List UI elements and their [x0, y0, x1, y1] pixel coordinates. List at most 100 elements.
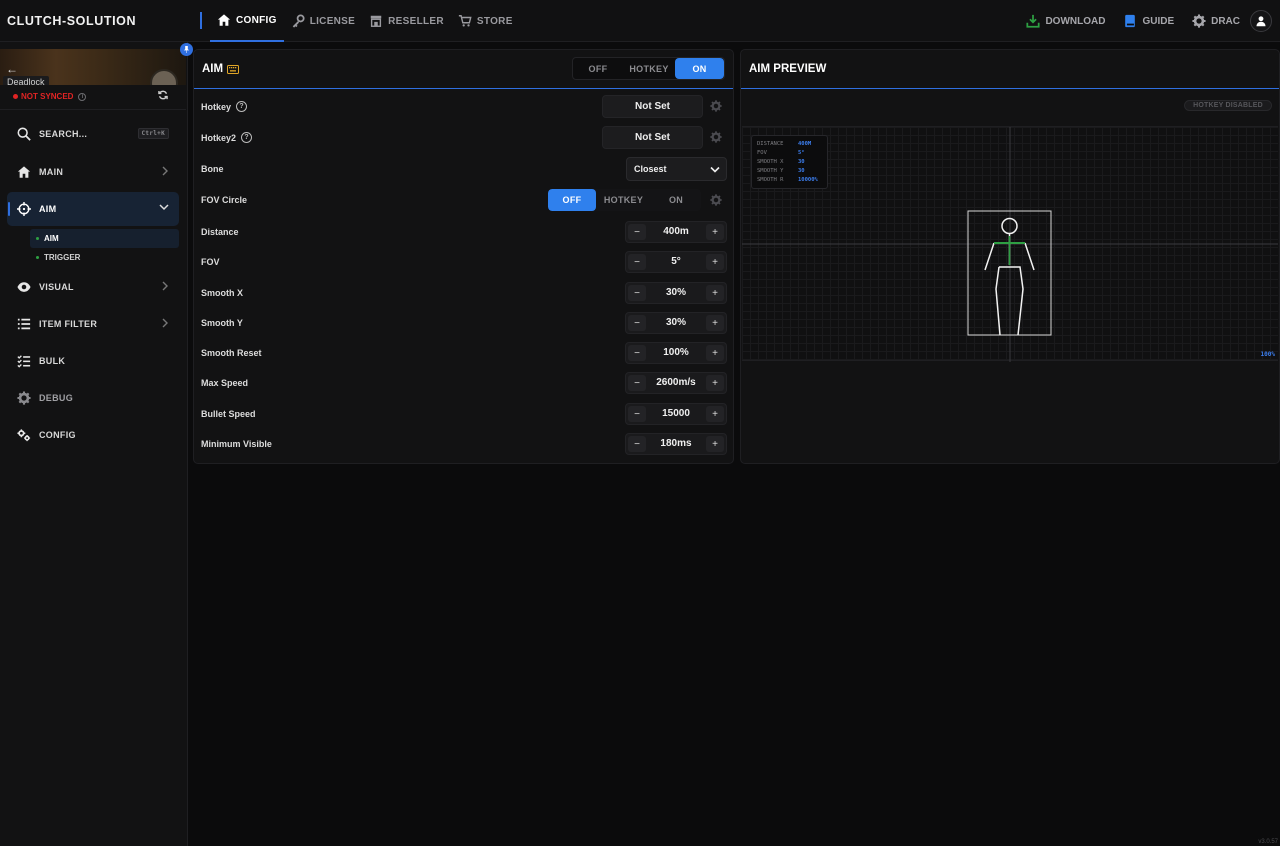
bone-label: Bone	[201, 164, 224, 174]
decrement-button[interactable]: −	[628, 224, 646, 240]
sidebar-subitem-aim[interactable]: AIM	[30, 229, 179, 248]
cart-icon	[458, 15, 472, 27]
decrement-button[interactable]: −	[628, 254, 646, 270]
smooth-x-row: Smooth X − 30% +	[201, 281, 727, 307]
bone-select-value: Closest	[634, 164, 667, 174]
distance-label: Distance	[201, 227, 239, 237]
help-icon[interactable]: ?	[236, 101, 248, 112]
user-label: DRAC	[1211, 15, 1240, 27]
aim-mode-off[interactable]: OFF	[573, 58, 623, 79]
increment-button[interactable]: +	[706, 224, 724, 240]
back-arrow-icon[interactable]: ←	[6, 62, 18, 76]
nav-reseller[interactable]: RESELLER	[362, 0, 451, 42]
distance-row: Distance − 400m +	[201, 220, 727, 246]
hotkey-bind-button[interactable]: Not Set	[602, 95, 703, 118]
sidebar-item-item-filter[interactable]: ITEM FILTER	[7, 307, 179, 341]
decrement-button[interactable]: −	[628, 315, 646, 331]
nav-config[interactable]: CONFIG	[210, 0, 284, 42]
fov-row: FOV − 5° +	[201, 250, 727, 276]
bone-select[interactable]: Closest	[626, 157, 727, 181]
guide-button[interactable]: GUIDE	[1123, 14, 1174, 28]
stat-key: SMOOTH X	[757, 159, 784, 165]
stat-value: 30	[798, 159, 805, 165]
max-speed-value[interactable]: 2600m/s	[648, 377, 704, 388]
fov-circle-off[interactable]: OFF	[548, 189, 596, 211]
smooth-y-value[interactable]: 30%	[648, 317, 704, 328]
fov-circle-hotkey[interactable]: HOTKEY	[596, 189, 651, 211]
minimum-visible-value[interactable]: 180ms	[648, 438, 704, 449]
sidebar-item-bulk[interactable]: BULK	[7, 344, 179, 378]
sidebar-subitem-trigger[interactable]: TRIGGER	[30, 248, 179, 267]
stat-row: DISTANCE 400M	[757, 140, 822, 149]
increment-button[interactable]: +	[706, 254, 724, 270]
sidebar-item-aim[interactable]: AIM	[7, 192, 179, 226]
nav-config-label: CONFIG	[236, 14, 277, 26]
fov-value[interactable]: 5°	[648, 256, 704, 267]
brand-title: CLUTCH-SOLUTION	[7, 14, 137, 28]
increment-button[interactable]: +	[706, 285, 724, 301]
distance-stepper: − 400m +	[625, 221, 727, 243]
avatar[interactable]	[1250, 10, 1272, 32]
aim-panel-title-text: AIM	[202, 63, 224, 75]
gear-icon	[1192, 14, 1206, 28]
sidebar-item-debug[interactable]: DEBUG	[7, 381, 179, 415]
user-icon	[1256, 16, 1266, 27]
bullet-speed-value[interactable]: 15000	[648, 408, 704, 419]
download-button[interactable]: DOWNLOAD	[1026, 14, 1105, 28]
home-icon	[17, 166, 31, 178]
preview-canvas[interactable]: DISTANCE 400M FOV 5° SMOOTH X 30 SMOOTH Y 30…	[742, 126, 1278, 362]
game-banner[interactable]: ← Deadlock	[0, 49, 186, 85]
distance-value[interactable]: 400m	[648, 226, 704, 237]
max-speed-label: Max Speed	[201, 378, 249, 388]
nav-license[interactable]: LICENSE	[284, 0, 362, 42]
help-icon[interactable]: ?	[241, 132, 253, 143]
sidebar-item-config[interactable]: CONFIG	[7, 418, 179, 452]
decrement-button[interactable]: −	[628, 406, 646, 422]
chevron-down-icon	[710, 166, 720, 173]
max-speed-stepper: − 2600m/s +	[625, 372, 727, 394]
sidebar-item-main[interactable]: MAIN	[7, 155, 179, 189]
stat-value: 10000%	[798, 177, 818, 183]
increment-button[interactable]: +	[706, 406, 724, 422]
bullet-icon	[36, 256, 39, 259]
gear-icon[interactable]	[710, 131, 722, 143]
fov-circle-on[interactable]: ON	[651, 189, 701, 211]
aim-mode-toggle: OFF HOTKEY ON	[572, 57, 725, 80]
gear-icon[interactable]	[710, 100, 722, 112]
bone-row: Bone Closest	[201, 157, 727, 183]
stat-value: 5°	[798, 150, 805, 156]
sidebar-item-label: ITEM FILTER	[39, 319, 98, 329]
sidebar-item-label: VISUAL	[39, 282, 74, 292]
top-nav: CONFIG LICENSE RESELLER STORE	[210, 0, 520, 42]
sidebar-subitem-label: AIM	[44, 234, 59, 243]
guide-label: GUIDE	[1142, 15, 1175, 27]
increment-button[interactable]: +	[706, 375, 724, 391]
decrement-button[interactable]: −	[628, 285, 646, 301]
user-menu[interactable]: DRAC	[1192, 14, 1240, 28]
aim-mode-hotkey[interactable]: HOTKEY	[623, 58, 675, 79]
increment-button[interactable]: +	[706, 436, 724, 452]
sidebar-item-visual[interactable]: VISUAL	[7, 270, 179, 304]
sidebar-search[interactable]: SEARCH... Ctrl+K	[7, 117, 179, 151]
info-icon[interactable]: i	[78, 92, 87, 101]
decrement-button[interactable]: −	[628, 345, 646, 361]
increment-button[interactable]: +	[706, 345, 724, 361]
top-bar: CLUTCH-SOLUTION CONFIG LICENSE RESELLER …	[0, 0, 1280, 42]
pin-icon[interactable]	[180, 43, 193, 56]
smooth-reset-value[interactable]: 100%	[648, 347, 704, 358]
decrement-button[interactable]: −	[628, 375, 646, 391]
aim-settings-panel: AIM OFF HOTKEY ON Hotkey ? Not Set Hotke…	[193, 49, 734, 464]
hotkey2-bind-button[interactable]: Not Set	[602, 126, 703, 149]
smooth-x-value[interactable]: 30%	[648, 287, 704, 298]
aim-mode-on[interactable]: ON	[675, 58, 724, 79]
stat-key: SMOOTH Y	[757, 168, 784, 174]
gear-icon[interactable]	[710, 194, 722, 206]
increment-button[interactable]: +	[706, 315, 724, 331]
download-icon	[1026, 14, 1040, 28]
nav-store[interactable]: STORE	[451, 0, 520, 42]
gear-icon	[17, 391, 31, 405]
refresh-icon[interactable]	[158, 90, 168, 100]
home-icon	[217, 14, 231, 26]
decrement-button[interactable]: −	[628, 436, 646, 452]
smooth-y-label: Smooth Y	[201, 318, 243, 328]
